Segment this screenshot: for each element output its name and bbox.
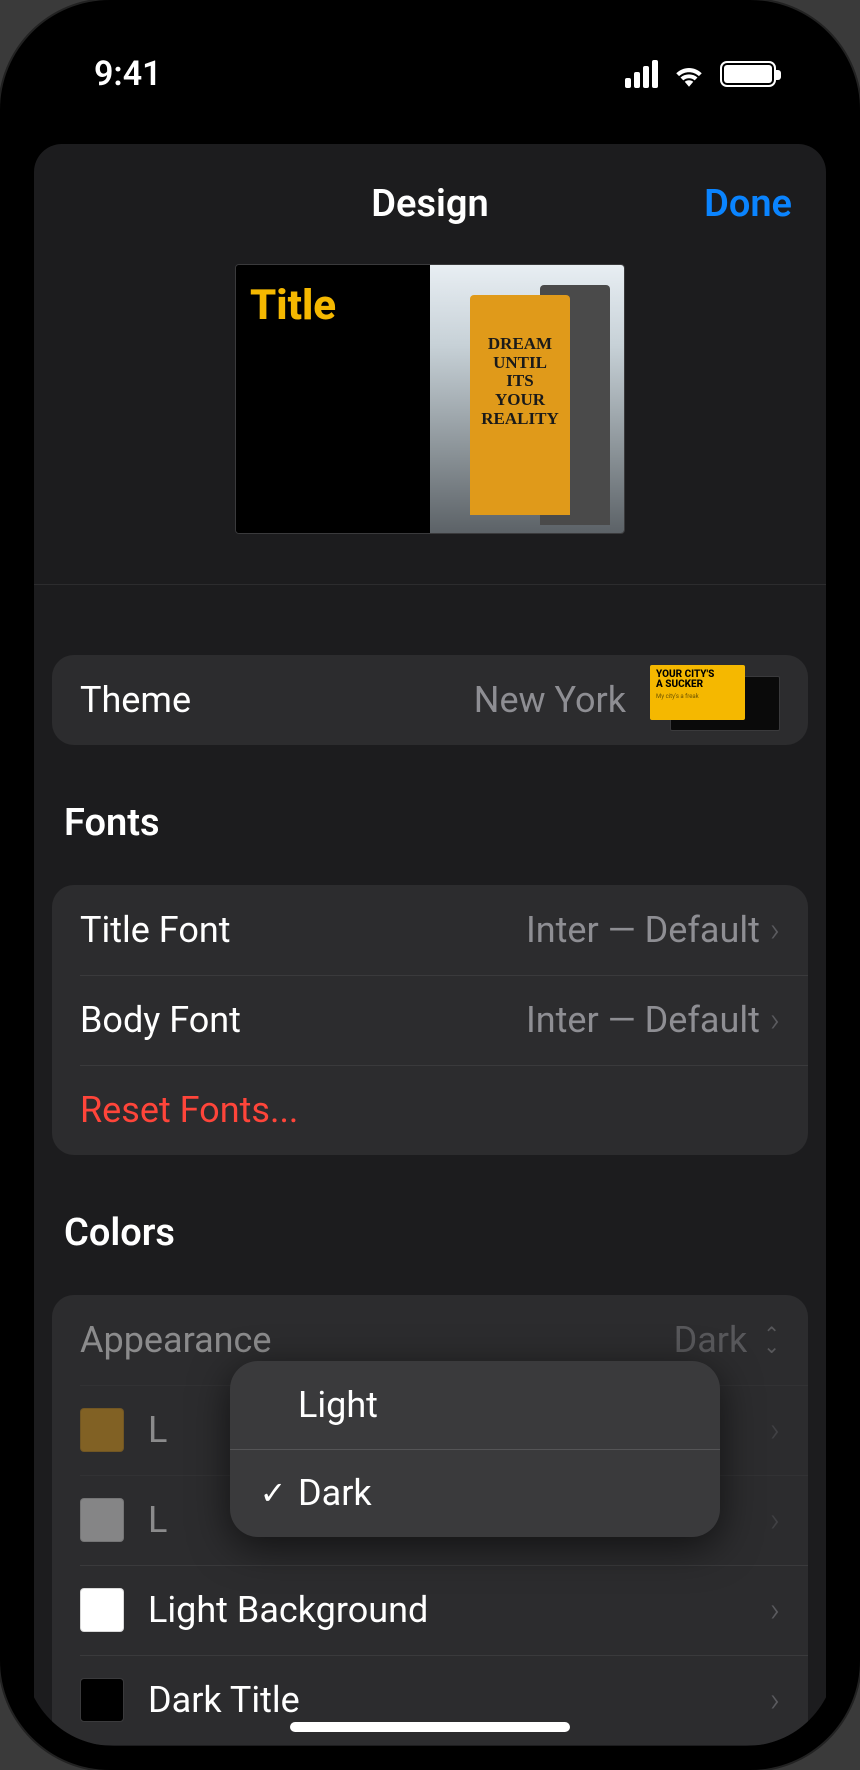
appearance-option-label: Dark	[298, 1472, 372, 1514]
status-indicators	[625, 60, 776, 88]
battery-icon	[720, 61, 776, 87]
design-sheet: Design Done Title DREAM UNTIL ITS YOUR R…	[34, 144, 826, 1746]
colors-header: Colors	[64, 1211, 826, 1255]
page-title: Design	[371, 182, 488, 226]
preview-graffiti-text: DREAM UNTIL ITS YOUR REALITY	[480, 335, 560, 428]
chevron-right-icon: ›	[770, 1680, 780, 1720]
body-font-row[interactable]: Body Font Inter — Default ›	[52, 975, 808, 1065]
color-swatch	[80, 1498, 124, 1542]
reset-fonts-row[interactable]: Reset Fonts...	[52, 1065, 808, 1155]
colors-group: Appearance Dark ⌃⌄ L › L ›	[52, 1295, 808, 1745]
wifi-icon	[672, 61, 706, 87]
theme-group: Theme New York YOUR CITY'S A SUCKER My c…	[52, 655, 808, 745]
theme-thumbnail: YOUR CITY'S A SUCKER My city's a freak	[650, 665, 780, 735]
appearance-popover: Light ✓ Dark	[230, 1361, 720, 1537]
reset-fonts-label: Reset Fonts...	[80, 1089, 780, 1131]
chevron-right-icon: ›	[770, 1000, 780, 1040]
theme-value: New York	[474, 679, 626, 721]
check-icon: ✓	[252, 1474, 294, 1512]
design-preview: Title DREAM UNTIL ITS YOUR REALITY	[34, 264, 826, 585]
status-bar: 9:41	[24, 24, 836, 124]
appearance-option-light[interactable]: Light	[230, 1361, 720, 1449]
status-time: 9:41	[94, 54, 162, 94]
preview-card: Title DREAM UNTIL ITS YOUR REALITY	[235, 264, 625, 534]
title-font-label: Title Font	[80, 909, 526, 951]
chevron-right-icon: ›	[770, 1590, 780, 1630]
chevron-right-icon: ›	[770, 1410, 780, 1450]
color-row-label: Dark Title	[148, 1679, 770, 1721]
preview-title-text: Title	[250, 281, 416, 330]
preview-photo: DREAM UNTIL ITS YOUR REALITY	[430, 265, 624, 533]
chevron-right-icon: ›	[770, 1500, 780, 1540]
appearance-label: Appearance	[80, 1319, 674, 1361]
color-swatch	[80, 1678, 124, 1722]
theme-label: Theme	[80, 679, 474, 721]
appearance-value: Dark	[674, 1319, 748, 1361]
color-swatch	[80, 1588, 124, 1632]
body-font-label: Body Font	[80, 999, 526, 1041]
color-swatch	[80, 1408, 124, 1452]
device-frame: 9:41 Design Done	[0, 0, 860, 1770]
done-button[interactable]: Done	[704, 182, 792, 226]
color-row-label: Light Background	[148, 1589, 770, 1631]
fonts-header: Fonts	[64, 801, 826, 845]
title-font-value: Inter — Default	[526, 909, 760, 951]
theme-row[interactable]: Theme New York YOUR CITY'S A SUCKER My c…	[52, 655, 808, 745]
sheet-scroll[interactable]: Theme New York YOUR CITY'S A SUCKER My c…	[34, 585, 826, 1746]
title-font-row[interactable]: Title Font Inter — Default ›	[52, 885, 808, 975]
screen: 9:41 Design Done	[24, 24, 836, 1746]
theme-thumb-line2: A SUCKER	[656, 680, 739, 690]
body-font-value: Inter — Default	[526, 999, 760, 1041]
chevron-right-icon: ›	[770, 910, 780, 950]
theme-thumb-sub: My city's a freak	[656, 693, 739, 700]
preview-left: Title	[236, 265, 430, 533]
color-row-2[interactable]: Light Background ›	[52, 1565, 808, 1655]
appearance-option-label: Light	[298, 1384, 378, 1426]
appearance-option-dark[interactable]: ✓ Dark	[230, 1449, 720, 1537]
sheet-header: Design Done	[34, 144, 826, 264]
cellular-icon	[625, 60, 658, 88]
home-indicator[interactable]	[290, 1722, 570, 1732]
updown-icon: ⌃⌄	[763, 1328, 780, 1352]
fonts-group: Title Font Inter — Default › Body Font I…	[52, 885, 808, 1155]
